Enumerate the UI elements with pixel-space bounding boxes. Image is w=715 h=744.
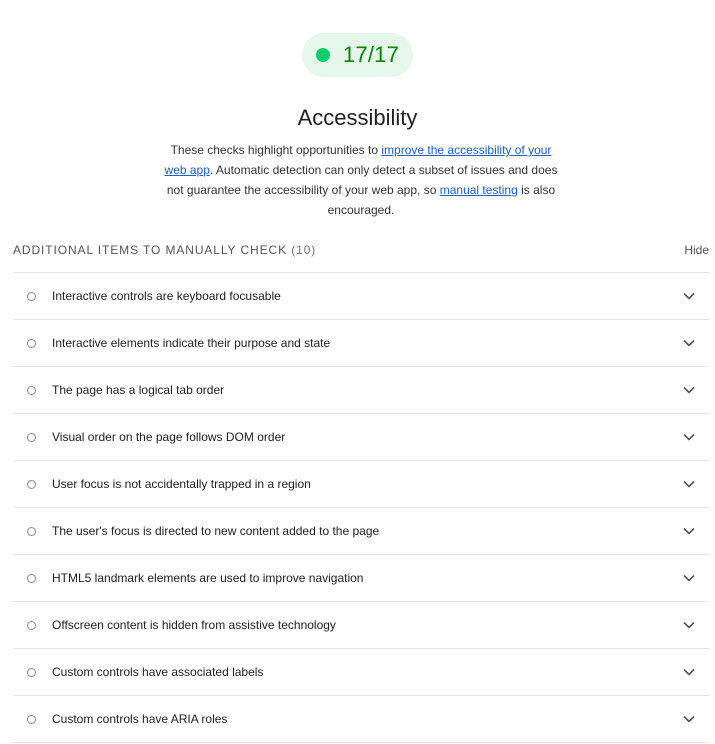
audit-title: HTML5 landmark elements are used to impr… [52,571,364,585]
chevron-down-icon[interactable] [677,566,701,590]
score-value: 17/17 [342,42,400,67]
audit-title: Custom controls have ARIA roles [52,712,228,726]
manual-circle-icon [27,479,36,489]
audit-title: User focus is not accidentally trapped i… [52,477,311,491]
manual-circle-icon [27,667,36,677]
manual-circle-icon [27,385,36,395]
audit-title: Interactive controls are keyboard focusa… [52,289,281,303]
chevron-down-icon[interactable] [677,472,701,496]
chevron-down-icon[interactable] [677,519,701,543]
hide-manual-checks-button[interactable]: Hide [684,243,709,257]
manual-checks-title: Additional items to manually check (10) [13,243,316,257]
chevron-down-icon[interactable] [677,660,701,684]
audit-row[interactable]: Visual order on the page follows DOM ord… [13,414,709,461]
manual-circle-icon [27,338,36,348]
manual-testing-link[interactable]: manual testing [440,183,518,197]
audit-title: Interactive elements indicate their purp… [52,336,331,350]
audit-row[interactable]: Interactive controls are keyboard focusa… [13,273,709,320]
description-text-1: These checks highlight opportunities to [170,143,382,157]
audit-row[interactable]: Offscreen content is hidden from assisti… [13,602,709,649]
chevron-down-icon[interactable] [677,378,701,402]
manual-checks-count: (10) [291,243,317,257]
manual-circle-icon [27,573,36,583]
chevron-down-icon[interactable] [677,425,701,449]
audit-row[interactable]: HTML5 landmark elements are used to impr… [13,555,709,602]
manual-checks-title-text: Additional items to manually check [13,243,287,257]
audit-row[interactable]: User focus is not accidentally trapped i… [13,461,709,508]
manual-circle-icon [27,620,36,630]
audit-title: Custom controls have associated labels [52,665,264,679]
audit-title: Offscreen content is hidden from assisti… [52,618,336,632]
audit-row[interactable]: Custom controls have associated labels [13,649,709,696]
category-title: Accessibility [297,105,418,130]
manual-circle-icon [27,432,36,442]
audit-title: Visual order on the page follows DOM ord… [52,430,286,444]
audit-row[interactable]: The user's focus is directed to new cont… [13,508,709,555]
score-dot-icon [315,48,330,62]
chevron-down-icon[interactable] [677,707,701,731]
manual-circle-icon [27,714,36,724]
audit-row[interactable]: Interactive elements indicate their purp… [13,320,709,367]
manual-circle-icon [27,291,36,301]
audit-row[interactable]: Custom controls have ARIA roles [13,696,709,743]
manual-checks-header: Additional items to manually check (10) … [13,241,709,259]
manual-audit-list: Interactive controls are keyboard focusa… [13,272,709,743]
audit-title: The page has a logical tab order [52,383,225,397]
manual-circle-icon [27,526,36,536]
chevron-down-icon[interactable] [677,284,701,308]
audit-row[interactable]: The page has a logical tab order [13,367,709,414]
category-description: These checks highlight opportunities to … [158,140,564,220]
score-pill: 17/17 [301,33,414,77]
chevron-down-icon[interactable] [677,613,701,637]
chevron-down-icon[interactable] [677,331,701,355]
audit-title: The user's focus is directed to new cont… [52,524,380,538]
score-gauge: 17/17 [0,33,715,77]
